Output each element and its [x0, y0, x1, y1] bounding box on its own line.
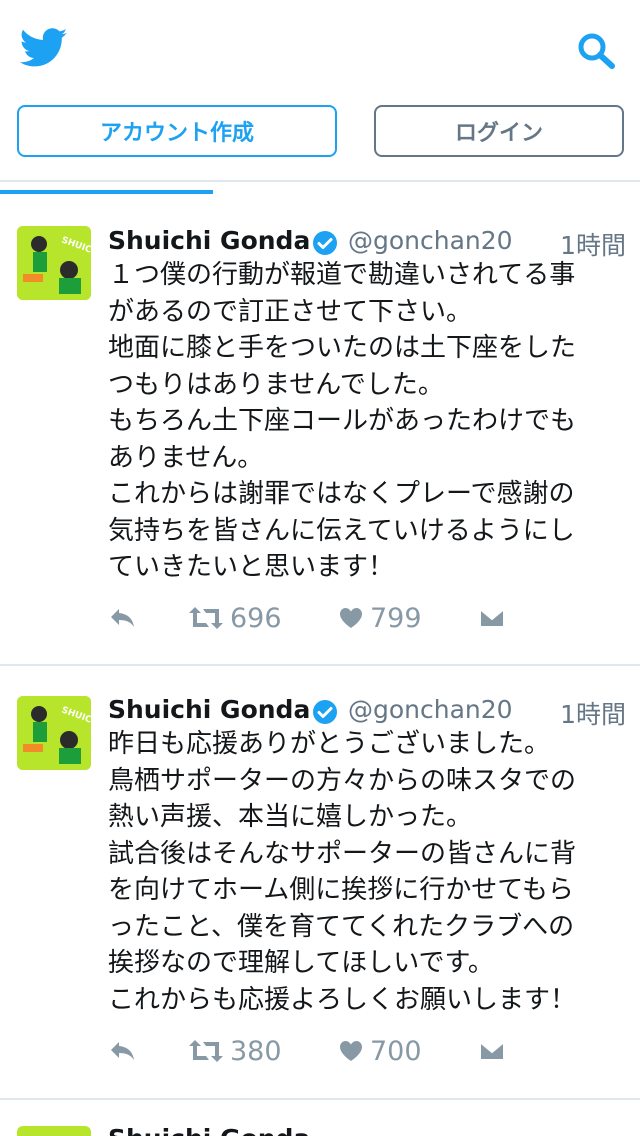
avatar-illustration-icon: SHUICHI	[17, 696, 91, 770]
tweet-actions: 380 700	[108, 1031, 528, 1071]
heart-icon	[340, 1041, 362, 1061]
tweet-text-line: があるので訂正させて下さい。	[108, 296, 473, 327]
tweet-text-line: 挨拶なので理解してほしいです。	[108, 948, 494, 978]
tweet-actions: 696 799	[108, 598, 528, 638]
heart-icon	[340, 608, 362, 628]
top-bar	[0, 0, 640, 92]
tweet-divider	[0, 664, 640, 666]
tweet-author-name[interactable]: Shuichi Gonda	[108, 226, 310, 255]
tweet-author-handle[interactable]: @gonchan20	[348, 695, 513, 724]
avatar-illustration-icon: SHUICHI	[17, 226, 91, 300]
tweet-text: 昨日も応援ありがとうございました。 鳥栖サポーターの方々からの味スタでの 熱い声…	[108, 726, 620, 1018]
retweet-button[interactable]: 696	[188, 598, 282, 638]
tweet-text-line: ったこと、僕を育ててくれたクラブへの	[108, 911, 575, 942]
reply-button[interactable]	[108, 1031, 138, 1071]
tweet-author-name[interactable]: Shuichi Gonda	[108, 1124, 310, 1136]
tweet-text-line: これからも応援よろしくお願いします！	[108, 984, 577, 1015]
tweet-header: Shuichi Gonda	[108, 1120, 626, 1136]
search-icon[interactable]	[574, 30, 618, 70]
direct-message-button[interactable]	[478, 598, 506, 638]
reply-icon	[111, 609, 134, 627]
tweet-text-line: これからは謝罪ではなくプレーで感謝の	[108, 479, 575, 509]
tweet-text-line: 熱い声援、本当に嬉しかった。	[108, 802, 473, 832]
twitter-bird-icon[interactable]	[20, 28, 68, 68]
retweet-icon	[189, 607, 223, 629]
verified-badge-icon	[313, 231, 337, 255]
verified-badge-icon	[313, 700, 337, 724]
tweet-text-line: 試合後はそんなサポーターの皆さんに背	[108, 838, 577, 869]
tweet-header: Shuichi Gonda @gonchan20 1時間	[108, 222, 626, 260]
retweet-button[interactable]: 380	[188, 1031, 282, 1071]
tweet-text-line: １つ僕の行動が報道で勘違いされてる事	[108, 260, 576, 290]
tweet-text-line: 昨日も応援ありがとうございました。	[108, 729, 551, 759]
like-count: 700	[370, 1035, 422, 1067]
like-count: 799	[370, 602, 422, 634]
reply-button[interactable]	[108, 598, 138, 638]
tweet-text-line: つもりはありませんでした。	[108, 369, 444, 400]
tab-active-indicator	[0, 190, 213, 194]
tweet-text-line: ていきたいと思います！	[108, 552, 395, 582]
tweet-text-line: もちろん土下座コールがあったわけでも	[108, 406, 577, 436]
tweet-text: １つ僕の行動が報道で勘違いされてる事 があるので訂正させて下さい。 地面に膝と手…	[108, 257, 620, 586]
login-button[interactable]: ログイン	[374, 105, 624, 157]
retweet-count: 380	[230, 1035, 282, 1067]
envelope-icon	[479, 1041, 505, 1061]
like-button[interactable]: 799	[338, 598, 422, 638]
tweet-text-line: 気持ちを皆さんに伝えていけるようにし	[108, 515, 575, 546]
avatar[interactable]: SHUICHI	[17, 696, 91, 770]
envelope-icon	[479, 608, 505, 628]
tweet-header: Shuichi Gonda @gonchan20 1時間	[108, 691, 626, 729]
tweet-author-name[interactable]: Shuichi Gonda	[108, 695, 310, 724]
tweet-author-handle[interactable]: @gonchan20	[348, 226, 513, 255]
like-button[interactable]: 700	[338, 1031, 422, 1071]
retweet-icon	[189, 1040, 223, 1062]
tweet-text-line: を向けてホーム側に挨拶に行かせてもら	[108, 875, 574, 905]
tweet-text-line: 鳥栖サポーターの方々からの味スタでの	[108, 765, 577, 796]
avatar[interactable]	[17, 1126, 91, 1136]
reply-icon	[111, 1042, 134, 1060]
tweet-text-line: 地面に膝と手をついたのは土下座をした	[108, 333, 577, 363]
signup-button[interactable]: アカウント作成	[17, 105, 337, 157]
tweet-divider	[0, 1098, 640, 1100]
avatar[interactable]: SHUICHI	[17, 226, 91, 300]
direct-message-button[interactable]	[478, 1031, 506, 1071]
retweet-count: 696	[230, 602, 282, 634]
divider	[0, 180, 640, 182]
tweet-text-line: ありません。	[108, 442, 264, 473]
